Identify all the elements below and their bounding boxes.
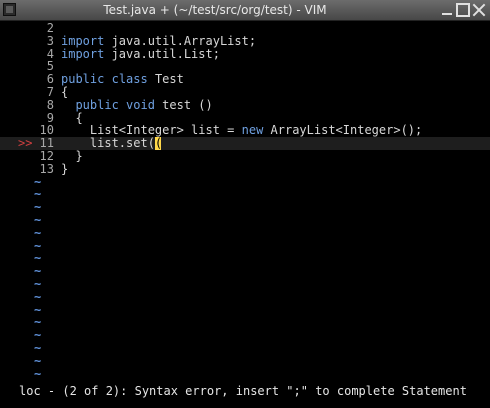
code-token: ArrayList<Integer>(); — [263, 123, 423, 138]
empty-buffer-line: ~ — [0, 239, 490, 253]
keyword-token: void — [126, 97, 155, 112]
window-title: Test.java + (~/test/src/org/test) - VIM — [103, 3, 327, 17]
editor-line[interactable]: 6 public class Test — [0, 73, 490, 86]
empty-buffer-line: ~ — [0, 316, 490, 329]
code-text: public void test () — [61, 97, 213, 112]
tilde-marker: ~ — [34, 277, 42, 291]
editor-line[interactable]: 4 import java.util.List; — [0, 46, 490, 61]
empty-buffer-line: ~ — [0, 366, 490, 381]
command-line-message: loc - (2 of 2): Syntax error, insert ";"… — [19, 384, 467, 398]
tilde-marker: ~ — [34, 213, 42, 227]
keyword-token: import — [61, 46, 105, 61]
empty-buffer-line: ~ — [0, 252, 490, 265]
code-token: test () — [154, 97, 213, 112]
code-text: } — [61, 161, 69, 176]
keyword-token: class — [111, 72, 148, 87]
minimize-button[interactable] — [440, 3, 454, 17]
code-token: java.util.List; — [104, 46, 220, 61]
empty-buffer-line: ~ — [0, 329, 490, 342]
vim-window: Test.java + (~/test/src/org/test) - VIM … — [0, 0, 490, 408]
empty-buffer-line: ~ — [0, 278, 490, 291]
empty-buffer-line: ~ — [0, 303, 490, 317]
maximize-button[interactable] — [456, 3, 470, 17]
tilde-marker: ~ — [34, 353, 42, 368]
empty-buffer-line: ~ — [0, 289, 490, 304]
code-text: import java.util.List; — [61, 46, 220, 61]
tilde-marker: ~ — [34, 289, 42, 304]
editor-line[interactable]: 12 } — [0, 150, 490, 163]
line-number: 3 — [46, 33, 54, 48]
line-number: 2 — [46, 21, 54, 35]
empty-buffer-line: ~ — [0, 214, 490, 227]
title-bar[interactable]: Test.java + (~/test/src/org/test) - VIM — [0, 0, 490, 21]
code-token: } — [61, 161, 69, 176]
empty-buffer-line: ~ — [0, 201, 490, 214]
keyword-token: new — [241, 123, 264, 138]
empty-buffer-line: ~ — [0, 353, 490, 368]
text-cursor: ( — [154, 136, 163, 151]
error-sign-marker: >> — [18, 136, 33, 151]
code-token: Test — [147, 72, 184, 87]
empty-buffer-line: ~ — [0, 188, 490, 201]
editor-line[interactable]: 13} — [0, 161, 490, 176]
tilde-marker: ~ — [34, 225, 42, 240]
line-number: 7 — [46, 85, 54, 99]
line-number: 13 — [39, 161, 54, 176]
line-number: 8 — [46, 97, 54, 112]
code-text: public class Test — [61, 73, 184, 86]
tilde-marker: ~ — [34, 366, 42, 381]
empty-buffer-line: ~ — [0, 342, 490, 355]
editor-buffer[interactable]: 2 3 import java.util.ArrayList; 4 import jav… — [0, 22, 490, 380]
empty-buffer-line: ~ — [0, 225, 490, 240]
close-button[interactable] — [472, 3, 486, 17]
empty-buffer-line: ~ — [0, 265, 490, 278]
line-number: 12 — [39, 149, 54, 163]
tilde-marker: ~ — [34, 341, 42, 355]
empty-buffer-line: ~ — [0, 175, 490, 189]
